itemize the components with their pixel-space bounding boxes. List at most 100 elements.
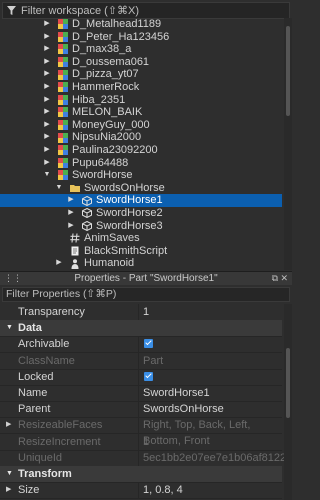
column-divider[interactable]	[138, 304, 139, 320]
property-row[interactable]: Name SwordHorse1	[0, 385, 282, 402]
property-name: ResizeableFaces	[18, 419, 103, 432]
tree-item[interactable]: ▶ D_max38_a	[0, 43, 282, 56]
property-row[interactable]: ClassName Part	[0, 352, 282, 370]
player-icon	[58, 19, 68, 30]
property-value[interactable]: SwordsOnHorse	[143, 401, 224, 417]
tree-item[interactable]: ▶ NipsuNia2000	[0, 131, 282, 144]
chevron-right-icon[interactable]: ▶	[43, 144, 51, 157]
property-section-header[interactable]: ▼ Data	[0, 320, 282, 338]
property-value[interactable]: 1	[143, 434, 149, 450]
property-name: UniqueId	[18, 451, 63, 464]
tree-item[interactable]: ▼ SwordHorse	[0, 169, 282, 182]
column-divider[interactable]	[138, 433, 139, 450]
property-row[interactable]: ▶ Size 1, 0.8, 4	[0, 482, 282, 500]
popout-icon[interactable]: ⧉	[272, 272, 278, 285]
chevron-down-icon[interactable]: ▼	[55, 182, 63, 195]
property-value[interactable]: 5ec1bb2e07ee7e1b06af81220003…	[143, 450, 292, 466]
chevron-right-icon[interactable]: ▶	[67, 194, 75, 207]
chevron-right-icon[interactable]: ▶	[43, 94, 51, 107]
property-row[interactable]: ▶ ResizeableFaces Right, Top, Back, Left, …	[0, 417, 282, 447]
property-row[interactable]: Transparency 1	[0, 304, 282, 321]
property-value[interactable]: SwordHorse1	[143, 385, 210, 401]
properties-scrollbar-thumb[interactable]	[286, 348, 290, 418]
tree-item[interactable]: AnimSaves	[0, 232, 282, 245]
chevron-down-icon[interactable]: ▼	[6, 320, 13, 336]
chevron-right-icon[interactable]: ▶	[6, 417, 11, 433]
chevron-right-icon[interactable]: ▶	[43, 56, 51, 69]
chevron-right-icon[interactable]: ▶	[43, 157, 51, 170]
explorer-scrollbar[interactable]	[284, 18, 292, 270]
property-row[interactable]: UniqueId 5ec1bb2e07ee7e1b06af81220003…	[0, 449, 292, 467]
property-row[interactable]: Locked	[0, 368, 282, 386]
tree-item-label: SwordsOnHorse	[84, 181, 165, 194]
tree-item[interactable]: ▶ Paulina23092200	[0, 144, 282, 157]
chevron-right-icon[interactable]: ▶	[43, 31, 51, 44]
chevron-right-icon[interactable]: ▶	[67, 207, 75, 220]
player-icon	[58, 82, 68, 93]
tree-item[interactable]: ▶ SwordHorse3	[0, 220, 282, 233]
tree-item[interactable]: ▶ D_oussema061	[0, 56, 282, 69]
property-checkbox[interactable]	[144, 339, 153, 349]
tree-item[interactable]: ▶ SwordHorse1	[0, 194, 282, 207]
tree-item-label: Hiba_2351	[72, 93, 126, 106]
tree-item[interactable]: ▶ Hiba_2351	[0, 94, 282, 107]
chevron-right-icon[interactable]: ▶	[43, 106, 51, 119]
chevron-right-icon[interactable]: ▶	[6, 482, 11, 498]
tree-item[interactable]: ▶ D_pizza_yt07	[0, 68, 282, 81]
column-divider[interactable]	[138, 401, 139, 418]
chevron-right-icon[interactable]: ▶	[43, 43, 51, 56]
column-divider[interactable]	[138, 352, 139, 369]
chevron-right-icon[interactable]: ▶	[43, 18, 51, 31]
property-value[interactable]: 1, 0.8, 4	[143, 482, 183, 498]
player-icon	[58, 132, 68, 143]
hash-icon	[70, 233, 80, 243]
tree-item[interactable]: ▶ MoneyGuy_000	[0, 119, 282, 132]
chevron-right-icon[interactable]: ▶	[55, 257, 63, 270]
column-divider[interactable]	[138, 368, 139, 385]
tree-item-label: D_oussema061	[72, 55, 150, 68]
chevron-right-icon[interactable]: ▶	[67, 220, 75, 233]
tree-item-label: SwordHorse2	[96, 206, 163, 219]
property-row[interactable]: Parent SwordsOnHorse	[0, 401, 282, 419]
close-icon[interactable]: ✕	[280, 272, 288, 285]
chevron-down-icon[interactable]: ▼	[43, 169, 51, 182]
player-icon	[58, 57, 68, 68]
property-row[interactable]: Archivable	[0, 336, 282, 354]
tree-item[interactable]: ▶ D_Metalhead1189	[0, 18, 282, 31]
property-checkbox[interactable]	[144, 371, 153, 381]
column-divider[interactable]	[138, 417, 139, 434]
tree-item[interactable]: BlackSmithScript	[0, 245, 282, 258]
tree-item[interactable]: ▶ D_Peter_Ha123456	[0, 31, 282, 44]
folder-icon	[70, 183, 80, 193]
chevron-right-icon[interactable]: ▶	[43, 81, 51, 94]
tree-item[interactable]: ▶ Pupu64488	[0, 157, 282, 170]
property-section-header[interactable]: ▼ Transform	[0, 466, 282, 483]
tree-item[interactable]: ▶ HammerRock	[0, 81, 282, 94]
properties-scrollbar[interactable]	[284, 304, 292, 500]
filter-icon	[7, 6, 16, 15]
column-divider[interactable]	[138, 482, 139, 499]
explorer-scrollbar-thumb[interactable]	[286, 26, 290, 116]
column-divider[interactable]	[138, 449, 139, 466]
part-icon	[82, 208, 92, 219]
properties-filter-input[interactable]: Filter Properties (⇧⌘P)	[2, 287, 290, 302]
column-divider[interactable]	[138, 385, 139, 401]
part-icon	[82, 220, 92, 231]
chevron-right-icon[interactable]: ▶	[43, 131, 51, 144]
tree-item[interactable]: ▼ SwordsOnHorse	[0, 182, 282, 195]
chevron-right-icon[interactable]: ▶	[43, 119, 51, 132]
chevron-right-icon[interactable]: ▶	[43, 68, 51, 81]
properties-titlebar: ⋮⋮ Properties - Part "SwordHorse1" ⧉ ✕	[0, 271, 292, 285]
tree-item[interactable]: ▶ Humanoid	[0, 257, 282, 270]
property-row[interactable]: ResizeIncrement 1	[0, 433, 282, 451]
explorer-filter-input[interactable]: Filter workspace (⇧⌘X)	[2, 2, 290, 19]
tree-item-label: BlackSmithScript	[84, 244, 168, 257]
tree-item[interactable]: ▶ SwordHorse2	[0, 207, 282, 220]
tree-item-label: D_max38_a	[72, 43, 132, 56]
tree-item[interactable]: ▶ MELON_BAIK	[0, 106, 282, 119]
chevron-down-icon[interactable]: ▼	[6, 466, 13, 482]
property-value[interactable]: Part	[143, 353, 163, 369]
tree-item-label: SwordHorse3	[96, 219, 163, 232]
property-value[interactable]: 1	[143, 304, 149, 320]
column-divider[interactable]	[138, 336, 139, 353]
